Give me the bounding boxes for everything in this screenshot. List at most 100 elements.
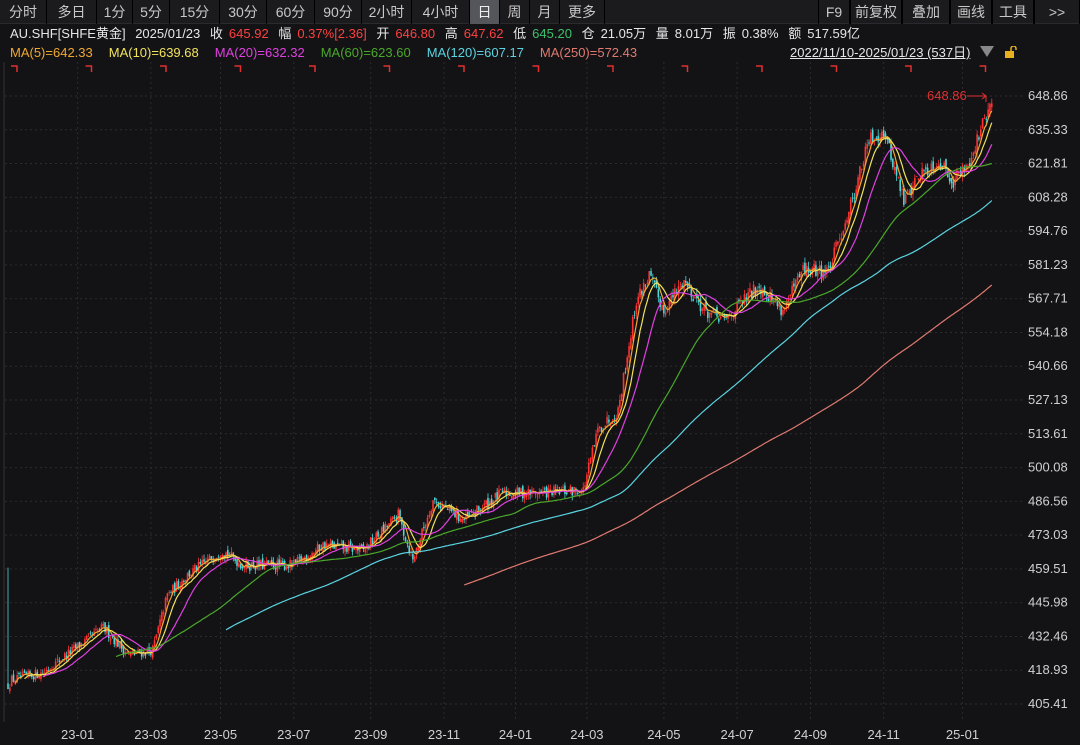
y-tick-label: 459.51 (1028, 561, 1068, 576)
candle-body (494, 492, 497, 498)
candle-body (430, 511, 432, 516)
candle-body (903, 188, 905, 205)
open-value: 646.80 (395, 26, 436, 41)
period-tab-1[interactable]: 多日 (47, 0, 97, 24)
candle-body (468, 513, 471, 515)
candle-body (972, 152, 975, 156)
candle-body (96, 630, 99, 632)
candle-body (382, 524, 385, 532)
candle-body (958, 172, 960, 174)
candle-body (948, 177, 951, 182)
period-tab-6[interactable]: 60分 (267, 0, 315, 24)
y-tick-label: 405.41 (1028, 696, 1068, 711)
candle-body (347, 543, 350, 551)
amount-label: 额 (788, 26, 802, 41)
tool-button-1[interactable]: 前复权 (850, 0, 902, 24)
candle-body (434, 497, 436, 501)
tool-button-2[interactable]: 叠加 (902, 0, 950, 24)
y-tick-label: 635.33 (1028, 122, 1068, 137)
candle-body (619, 399, 621, 408)
open-label: 开 (376, 26, 390, 41)
candle-body (298, 557, 301, 559)
candle-body (166, 593, 169, 601)
candle-body (789, 294, 792, 297)
ma-legend-item: MA(20)=632.32 (214, 45, 305, 60)
candle-body (708, 312, 711, 318)
candle-body (641, 291, 643, 295)
candle-body (194, 565, 196, 571)
candle-body (798, 274, 801, 278)
candle-body (128, 653, 130, 655)
candle-body (511, 496, 513, 499)
x-tick-label: 24-03 (570, 727, 603, 742)
ma-legend-item: MA(10)=639.68 (108, 45, 199, 60)
period-tab-3[interactable]: 5分 (133, 0, 170, 24)
candle-body (802, 265, 804, 270)
dropdown-triangle-icon[interactable] (980, 46, 994, 57)
candle-body (985, 118, 988, 120)
candle-body (866, 143, 869, 149)
period-tab-13[interactable]: 更多 (560, 0, 605, 24)
candle-body (391, 516, 394, 520)
candle-body (719, 316, 722, 319)
candle-body (833, 247, 836, 260)
tool-button-4[interactable]: 工具 (992, 0, 1034, 24)
last-price-arrow-icon (967, 92, 987, 102)
period-tab-4[interactable]: 15分 (170, 0, 220, 24)
candle-body (950, 177, 953, 184)
x-tick-label: 24-11 (868, 727, 900, 742)
candle-body (487, 497, 489, 509)
tool-button-5[interactable]: >> (1034, 0, 1080, 24)
candle-body (892, 158, 894, 168)
high-label: 高 (444, 26, 458, 41)
candle-body (63, 653, 66, 659)
candle-body (109, 638, 112, 641)
period-tab-7[interactable]: 90分 (315, 0, 362, 24)
period-tab-12[interactable]: 月 (530, 0, 560, 24)
volume-label: 量 (655, 26, 669, 41)
candle-body (199, 561, 202, 564)
period-tab-11[interactable]: 周 (500, 0, 530, 24)
candle-body (113, 638, 116, 645)
candle-body (7, 683, 9, 690)
period-tab-0[interactable]: 分时 (0, 0, 47, 24)
unlock-icon[interactable] (1005, 46, 1017, 58)
candle-body (837, 241, 839, 245)
candle-body (981, 118, 984, 129)
candle-body (67, 649, 70, 660)
candle-body (990, 103, 993, 108)
candle-body (412, 553, 414, 560)
candle-body (663, 304, 665, 314)
candle-body (287, 566, 290, 569)
candle-body (355, 549, 357, 551)
candle-body (349, 541, 352, 546)
period-tab-8[interactable]: 2小时 (362, 0, 412, 24)
candle-body (613, 418, 616, 420)
candle-body (562, 487, 564, 489)
period-tab-9[interactable]: 4小时 (412, 0, 470, 24)
candle-body (397, 509, 400, 523)
period-tab-5[interactable]: 30分 (220, 0, 267, 24)
date-range-selector[interactable]: 2022/11/10-2025/01/23 (537日) (790, 44, 970, 62)
candlestick-chart[interactable]: 648.86 635.33 621.81 608.28 594.76 581.23 567.… (0, 62, 1080, 745)
ma-legend-item: MA(5)=642.33 (10, 45, 93, 60)
tool-button-3[interactable]: 画线 (950, 0, 992, 24)
x-tick-label: 23-11 (428, 727, 460, 742)
candle-body (829, 265, 832, 269)
period-tab-10[interactable]: 日 (470, 0, 500, 24)
candle-body (868, 142, 870, 144)
candle-body (393, 517, 396, 519)
candle-body (587, 462, 590, 474)
quote-info-bar: AU.SHF[SHFE黄金] 2025/01/23 收 645.92 幅 0.37%… (10, 25, 866, 43)
candle-body (238, 563, 240, 567)
candle-body (549, 489, 552, 490)
candle-body (18, 672, 20, 674)
candle-body (386, 525, 389, 527)
period-tab-2[interactable]: 1分 (97, 0, 133, 24)
tool-button-0[interactable]: F9 (818, 0, 850, 24)
candle-body (853, 197, 856, 199)
period-marker (383, 65, 391, 72)
candle-body (9, 687, 11, 692)
volume-value: 8.01万 (674, 26, 714, 41)
last-price-label: 648.86 (927, 88, 967, 103)
